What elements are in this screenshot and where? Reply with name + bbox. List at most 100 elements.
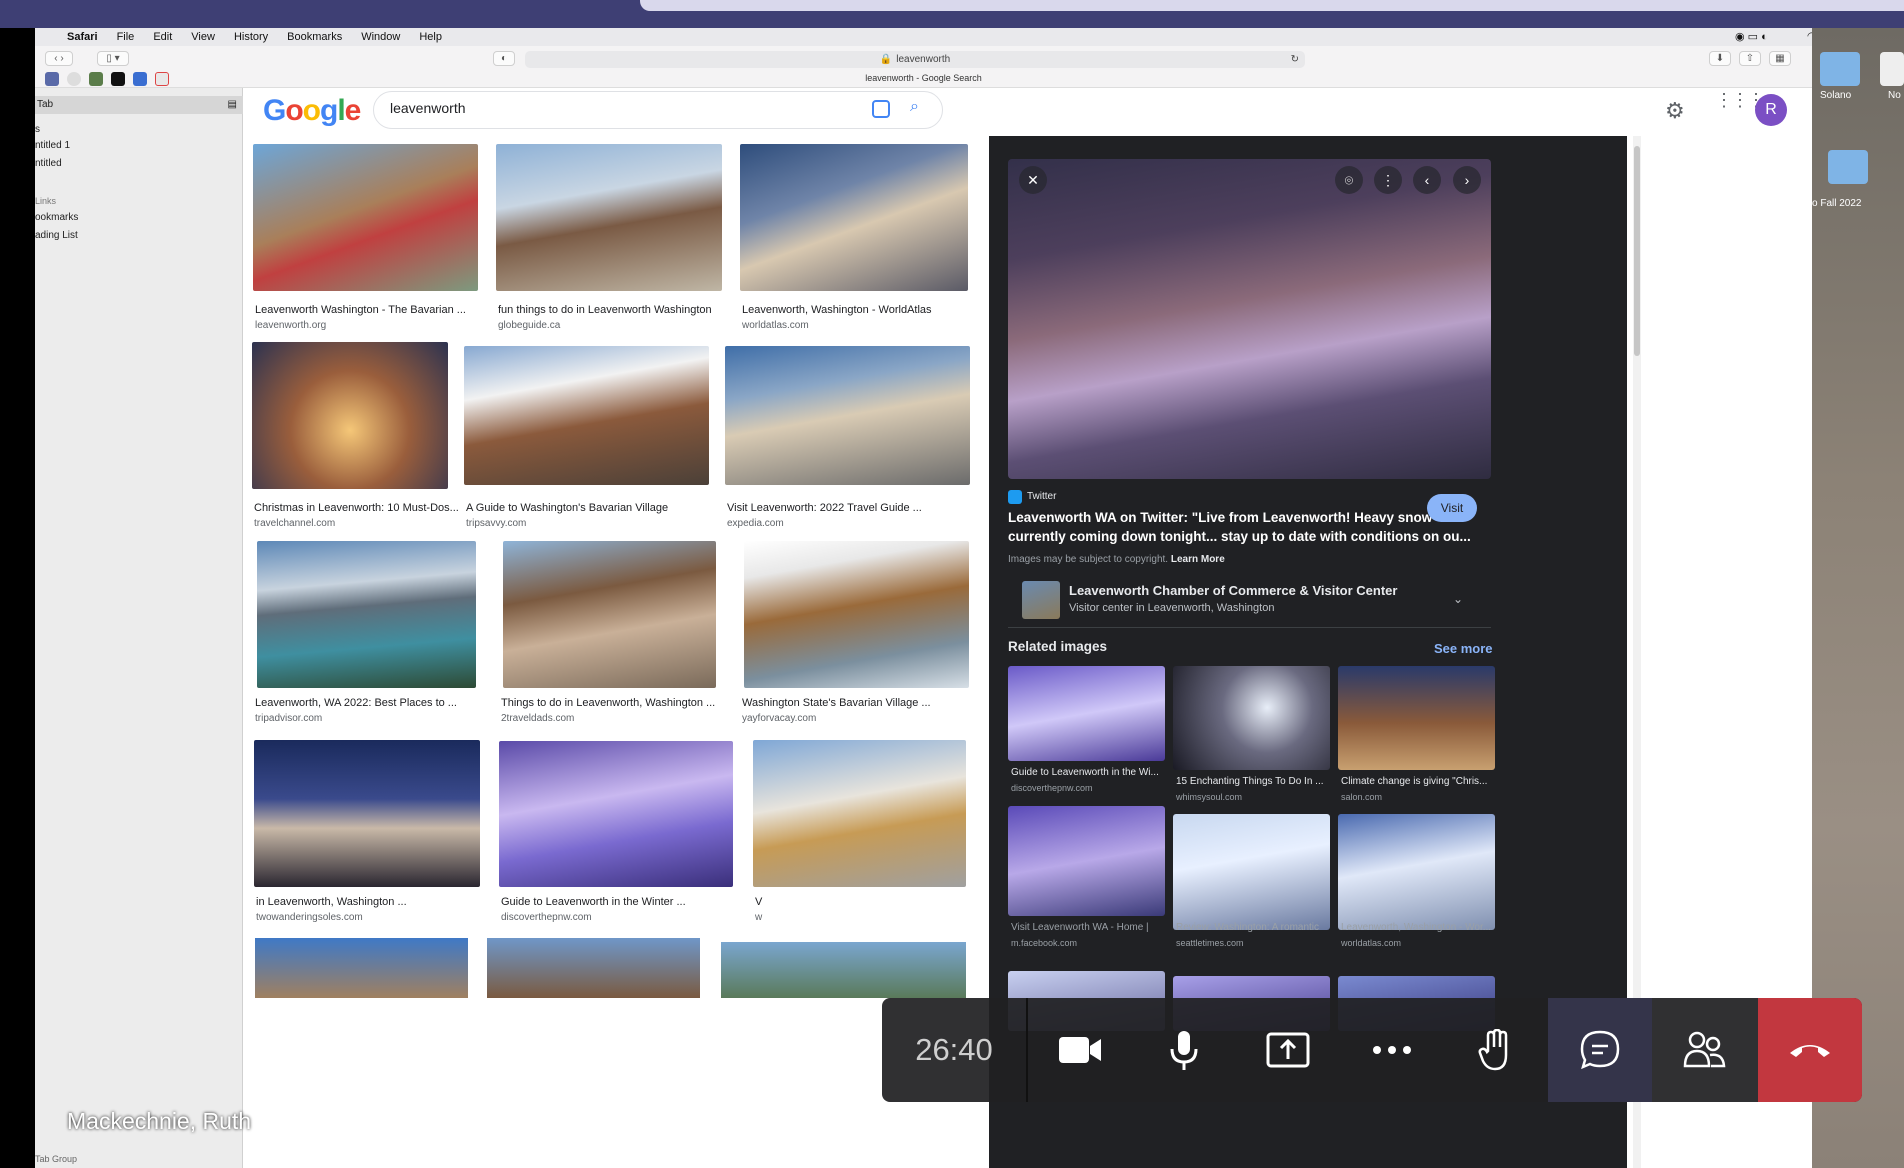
preview-title-line2[interactable]: currently coming down tonight... stay up… [1008,529,1471,544]
sidebar-item-reading-list[interactable]: ading List [35,230,78,241]
related-title[interactable]: Climate change is giving "Chris... [1341,776,1487,787]
entity-thumbnail[interactable] [1022,581,1060,619]
avatar[interactable]: R [1755,94,1787,126]
search-input[interactable] [390,100,850,116]
tab-overview-icon[interactable]: ▦ [1769,51,1791,66]
related-title[interactable]: Review: Washington: A romantic [1176,922,1319,933]
result-title[interactable]: Washington State's Bavarian Village ... [742,697,931,709]
preview-image[interactable] [1008,159,1491,479]
tab-title[interactable]: leavenworth - Google Search [35,73,1812,83]
previous-icon[interactable]: ‹ [1413,166,1441,194]
see-more-link[interactable]: See more [1434,641,1493,656]
related-title[interactable]: Leavenworth, Washington - Wor... [1341,922,1491,933]
result-thumbnail[interactable] [744,541,969,688]
result-thumbnail[interactable] [499,741,733,887]
result-title[interactable]: A Guide to Washington's Bavarian Village [466,502,668,514]
result-source[interactable]: globeguide.ca [498,320,560,331]
related-image[interactable] [1338,666,1495,770]
result-source[interactable]: tripadvisor.com [255,713,322,724]
more-vert-icon[interactable]: ⋮ [1374,166,1402,194]
learn-more-link[interactable]: Learn More [1171,554,1225,565]
menu-history[interactable]: History [234,31,268,43]
sidebar-item[interactable]: ntitled [35,158,62,169]
result-thumbnail[interactable] [725,346,970,485]
result-title[interactable]: V [755,896,762,908]
related-title[interactable]: Visit Leavenworth WA - Home | [1011,922,1149,933]
desktop-folder-icon[interactable] [1828,150,1868,184]
related-source[interactable]: worldatlas.com [1341,938,1401,948]
result-thumbnail[interactable] [503,541,716,688]
result-source[interactable]: twowanderingsoles.com [256,912,363,923]
menu-bookmarks[interactable]: Bookmarks [287,31,342,43]
scrollbar-thumb[interactable] [1634,146,1640,356]
result-source[interactable]: yayforvacay.com [742,713,816,724]
result-thumbnail[interactable] [253,144,478,291]
share-icon[interactable]: ⇧ [1739,51,1761,66]
result-source[interactable]: tripsavvy.com [466,518,526,529]
address-bar[interactable]: 🔒 leavenworth ↻ [525,51,1305,68]
result-source[interactable]: leavenworth.org [255,320,326,331]
raise-hand-button[interactable] [1444,998,1548,1102]
result-thumbnail[interactable] [252,342,448,489]
microphone-toggle[interactable] [1132,998,1236,1102]
result-thumbnail[interactable] [721,942,966,998]
wifi-icon[interactable]: ◠ [1807,31,1812,42]
result-title[interactable]: Leavenworth Washington - The Bavarian ..… [255,304,466,316]
menu-view[interactable]: View [191,31,215,43]
sidebar-menu-icon[interactable]: ▤ [228,96,237,114]
chat-button[interactable] [1548,998,1652,1102]
privacy-report-icon[interactable]: ◐ [493,51,515,66]
related-source[interactable]: whimsysoul.com [1176,792,1242,802]
back-forward-buttons[interactable]: ‹ › [45,51,73,66]
visit-button[interactable]: Visit [1427,494,1477,522]
search-icon[interactable]: ⌕ [910,98,919,116]
related-source[interactable]: discoverthepnw.com [1011,783,1093,793]
related-title[interactable]: Guide to Leavenworth in the Wi... [1011,767,1159,778]
result-title[interactable]: Visit Leavenworth: 2022 Travel Guide ... [727,502,922,514]
end-call-button[interactable] [1758,998,1862,1102]
menu-app-name[interactable]: Safari [67,31,98,43]
result-source[interactable]: discoverthepnw.com [501,912,592,923]
next-icon[interactable]: › [1453,166,1481,194]
apps-grid-icon[interactable]: ⋮⋮⋮ [1715,91,1765,109]
desktop-file-icon[interactable] [1880,52,1904,86]
reload-icon[interactable]: ↻ [1291,54,1299,65]
sidebar-header[interactable]: Tab ▤ [35,96,243,114]
sidebar-footer[interactable]: Tab Group [35,1154,77,1164]
result-title[interactable]: in Leavenworth, Washington ... [256,896,407,908]
result-thumbnail[interactable] [255,938,468,998]
lens-icon[interactable]: ⌾ [1335,166,1363,194]
entity-name[interactable]: Leavenworth Chamber of Commerce & Visito… [1069,583,1397,598]
source-name[interactable]: Twitter [1027,491,1056,502]
share-screen-button[interactable] [1236,998,1340,1102]
desktop-folder-icon[interactable] [1820,52,1860,86]
menu-file[interactable]: File [117,31,135,43]
more-options-button[interactable] [1340,998,1444,1102]
related-image[interactable] [1173,666,1330,770]
result-thumbnail[interactable] [257,541,476,688]
chevron-down-icon[interactable]: ⌄ [1453,592,1463,606]
result-title[interactable]: Things to do in Leavenworth, Washington … [501,697,715,709]
google-logo[interactable]: Google [263,94,361,128]
result-thumbnail[interactable] [464,346,709,485]
result-title[interactable]: Guide to Leavenworth in the Winter ... [501,896,686,908]
result-thumbnail[interactable] [753,740,966,887]
settings-gear-icon[interactable]: ⚙ [1665,98,1685,124]
status-icons[interactable]: ◉ ▭ ◐ [1735,30,1768,43]
downloads-icon[interactable]: ⬇ [1709,51,1731,66]
participants-button[interactable] [1652,998,1756,1102]
related-image[interactable] [1173,814,1330,930]
result-source[interactable]: expedia.com [727,518,784,529]
related-title[interactable]: 15 Enchanting Things To Do In ... [1176,776,1324,787]
search-box[interactable]: ⌕ [373,91,943,129]
related-source[interactable]: salon.com [1341,792,1382,802]
related-source[interactable]: m.facebook.com [1011,938,1077,948]
menu-help[interactable]: Help [419,31,442,43]
result-thumbnail[interactable] [487,938,700,998]
sidebar-item[interactable]: s [35,124,40,135]
related-source[interactable]: seattletimes.com [1176,938,1244,948]
result-thumbnail[interactable] [254,740,480,887]
related-image[interactable] [1008,806,1165,916]
result-thumbnail[interactable] [496,144,722,291]
related-image[interactable] [1008,666,1165,761]
